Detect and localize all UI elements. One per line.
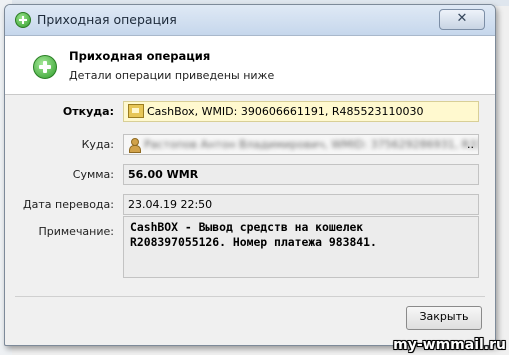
amount-value: 56.00 WMR bbox=[128, 168, 199, 181]
incoming-plus-icon bbox=[15, 12, 31, 28]
header-title: Приходная операция bbox=[69, 49, 211, 63]
date-field: 23.04.19 22:50 bbox=[123, 194, 479, 215]
footer-divider bbox=[15, 296, 485, 297]
to-label: Куда: bbox=[81, 138, 114, 151]
note-field: CashBOX - Вывод средств на кошелек R2083… bbox=[123, 216, 479, 278]
to-overflow-ellipsis: .. bbox=[467, 138, 474, 151]
date-label: Дата перевода: bbox=[23, 198, 114, 211]
window-title: Приходная операция bbox=[37, 12, 177, 27]
amount-label: Сумма: bbox=[72, 168, 114, 181]
to-value: Растопов Антон Владимирович, WMID: 37562… bbox=[144, 138, 478, 151]
note-label: Примечание: bbox=[38, 225, 114, 238]
from-field[interactable]: CashBox, WMID: 390606661191, R4855231100… bbox=[123, 101, 479, 122]
to-field[interactable]: Растопов Антон Владимирович, WMID: 37562… bbox=[123, 134, 479, 155]
incoming-plus-icon bbox=[33, 55, 57, 79]
transaction-dialog: Приходная операция ✕ Приходная операция … bbox=[4, 4, 496, 346]
person-icon bbox=[128, 137, 141, 153]
window-close-button[interactable]: ✕ bbox=[439, 9, 485, 30]
from-value: CashBox, WMID: 390606661191, R4855231100… bbox=[147, 105, 424, 118]
amount-field: 56.00 WMR bbox=[123, 164, 479, 185]
dialog-header: Приходная операция Детали операции приве… bbox=[5, 36, 495, 95]
site-watermark: my-wmmail.ru bbox=[393, 337, 506, 353]
from-label: Откуда: bbox=[62, 105, 114, 118]
date-value: 23.04.19 22:50 bbox=[128, 198, 213, 211]
header-subtitle: Детали операции приведены ниже bbox=[69, 69, 275, 82]
close-button[interactable]: Закрыть bbox=[406, 306, 482, 330]
title-bar: Приходная операция ✕ bbox=[5, 5, 495, 36]
wallet-icon bbox=[128, 104, 144, 118]
